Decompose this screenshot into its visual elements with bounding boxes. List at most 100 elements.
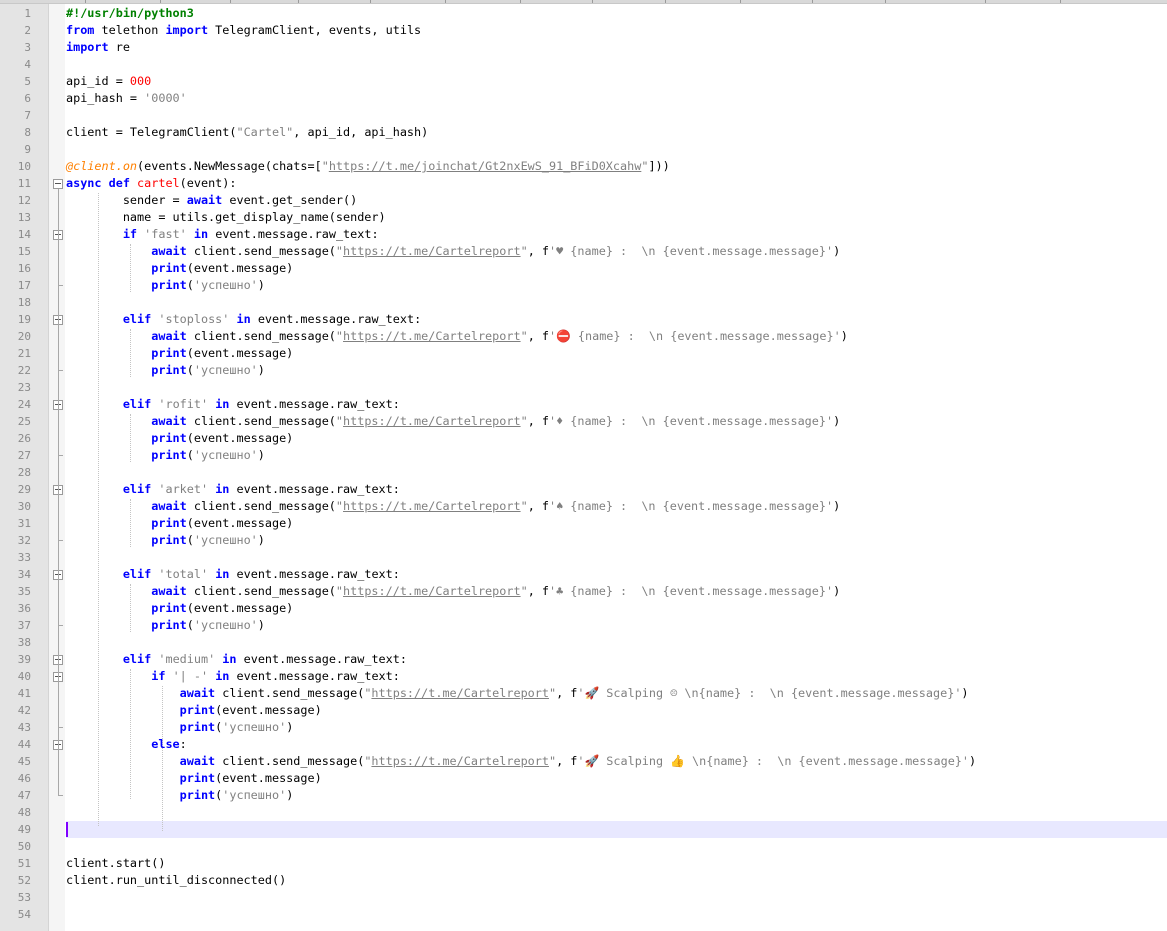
tab-divider [85,0,86,3]
code-line[interactable]: name = utils.get_display_name(sender) [66,209,386,226]
code-line[interactable]: print('успешно') [66,787,294,804]
fold-guide [58,325,59,370]
current-line-highlight [66,821,1167,838]
code-line[interactable]: #!/usr/bin/python3 [66,5,194,22]
code-token: elif [122,652,152,666]
code-token: '♦ {name} : \n {event.message.message}' [549,414,834,428]
code-line[interactable]: api_hash = '0000' [66,90,187,107]
tab-divider [1060,0,1061,3]
code-line[interactable]: from telethon import TelegramClient, eve… [66,22,421,39]
code-line[interactable]: print('успешно') [66,277,265,294]
code-line[interactable]: print('успешно') [66,362,265,379]
code-token: 'stoploss' [158,312,230,326]
fold-end-marker [58,285,63,286]
code-line[interactable]: print('успешно') [66,719,294,736]
code-token: " [520,584,528,598]
code-token: '⛔ {name} : \n {event.message.message}' [549,329,841,343]
code-line[interactable]: elif 'arket' in event.message.raw_text: [66,481,400,498]
code-line[interactable]: await client.send_message("https://t.me/… [66,498,840,515]
code-line[interactable]: client = TelegramClient("Cartel", api_id… [66,124,428,141]
code-token: client.send_message( [215,686,365,700]
code-token: await [151,244,187,258]
code-line[interactable]: await client.send_message("https://t.me/… [66,243,840,260]
code-token: " [520,414,528,428]
code-token: ) [257,278,265,292]
tab-divider [740,0,741,3]
code-line[interactable]: import re [66,39,130,56]
code-token: ])) [648,159,670,173]
code-line[interactable]: print('успешно') [66,617,265,634]
code-token: api_hash = [66,91,145,105]
line-number: 15 [17,245,31,258]
tab-divider [985,0,986,3]
code-token: elif [122,312,152,326]
code-line[interactable]: print(event.message) [66,600,293,617]
code-line[interactable]: sender = await event.get_sender() [66,192,357,209]
code-line[interactable]: else: [66,736,187,753]
code-line[interactable]: print('успешно') [66,447,265,464]
code-line[interactable]: print(event.message) [66,770,322,787]
line-number: 45 [17,755,31,768]
code-line[interactable]: await client.send_message("https://t.me/… [66,328,848,345]
line-number: 49 [17,823,31,836]
code-line[interactable]: if '| -' in event.message.raw_text: [66,668,400,685]
code-line[interactable]: print(event.message) [66,515,293,532]
code-token: await [179,754,216,768]
code-line[interactable]: elif 'medium' in event.message.raw_text: [66,651,407,668]
code-token: print [179,771,216,785]
tab-divider [885,0,886,3]
code-line[interactable]: client.start() [66,855,165,872]
code-token: https://t.me/Cartelreport [343,414,521,428]
code-token: import [165,23,209,37]
tab-strip[interactable] [0,0,1167,4]
code-token: ) [833,584,841,598]
code-line[interactable]: print('успешно') [66,532,265,549]
code-line[interactable]: if 'fast' in event.message.raw_text: [66,226,379,243]
code-token: api_id = [66,74,130,88]
line-number: 37 [17,619,31,632]
code-line[interactable]: async def cartel(event): [66,175,237,192]
code-line[interactable]: elif 'stoploss' in event.message.raw_tex… [66,311,421,328]
code-token: ) [257,618,265,632]
line-number: 18 [17,296,31,309]
line-number: 43 [17,721,31,734]
fold-toggle-icon[interactable] [53,179,63,189]
code-token: (event): [179,176,237,190]
code-line[interactable]: api_id = 000 [66,73,151,90]
code-token: 'успешно' [193,278,258,292]
code-line[interactable]: print(event.message) [66,260,293,277]
code-token: (event.message) [215,703,322,717]
code-line[interactable]: elif 'rofit' in event.message.raw_text: [66,396,400,413]
code-line[interactable]: print(event.message) [66,702,322,719]
code-line[interactable]: client.run_until_disconnected() [66,872,286,889]
code-token: ) [840,329,848,343]
line-number: 4 [24,58,31,71]
code-token: 000 [129,74,152,88]
code-line[interactable]: print(event.message) [66,345,293,362]
code-line[interactable]: await client.send_message("https://t.me/… [66,685,969,702]
code-token: 'успешно' [193,448,258,462]
code-token: if [122,227,138,241]
code-token: ( [186,533,194,547]
code-token: print [179,788,216,802]
code-line[interactable]: @client.on(events.NewMessage(chats=["htt… [66,158,670,175]
code-token: https://t.me/joinchat/Gt2nxEwS_91_BFiD0X… [328,159,642,173]
code-line[interactable]: elif 'total' in event.message.raw_text: [66,566,400,583]
code-line[interactable]: await client.send_message("https://t.me/… [66,753,976,770]
fold-margin[interactable] [49,4,65,931]
line-number: 48 [17,806,31,819]
code-token: print [151,533,187,547]
code-token: print [151,261,187,275]
code-line[interactable]: await client.send_message("https://t.me/… [66,583,840,600]
fold-guide [58,580,59,625]
code-line[interactable]: await client.send_message("https://t.me/… [66,413,840,430]
code-line[interactable]: print(event.message) [66,430,293,447]
line-number: 20 [17,330,31,343]
